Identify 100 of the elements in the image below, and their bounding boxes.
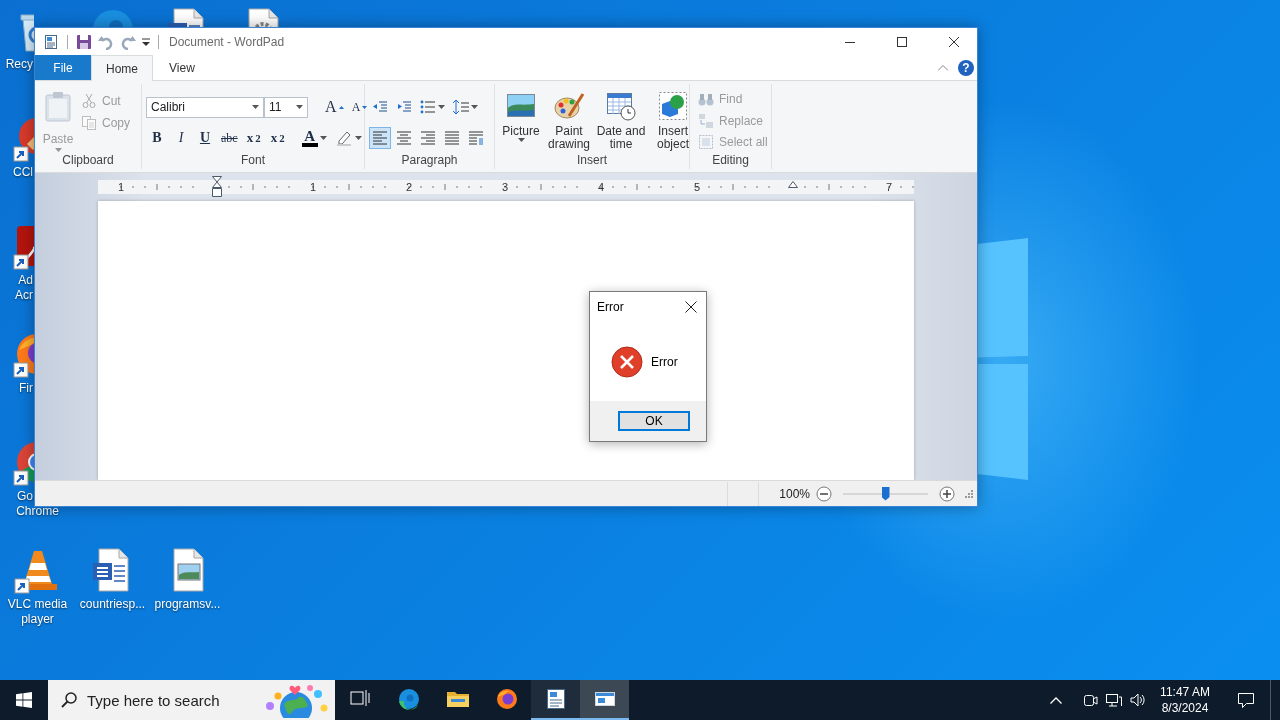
justify-icon: [444, 130, 460, 146]
app-icon[interactable]: [43, 33, 59, 50]
caret-icon: [296, 105, 303, 109]
speaker-icon[interactable]: [1130, 692, 1146, 708]
font-name-dropdown[interactable]: Calibri: [146, 96, 264, 118]
italic-button[interactable]: I: [170, 127, 192, 149]
icon-label: player: [20, 612, 55, 627]
ruler-number: 7: [885, 180, 893, 194]
ok-button[interactable]: OK: [618, 411, 690, 431]
camera-icon[interactable]: [1082, 692, 1098, 708]
icon-label: Chrome: [15, 504, 60, 519]
group-label: Insert: [577, 153, 607, 169]
copy-icon: [81, 115, 97, 131]
icon-label: Ad: [17, 273, 33, 288]
date-and-time-button[interactable]: Date and time: [595, 90, 647, 153]
file-menu-button[interactable]: File: [35, 55, 91, 80]
customize-caret-icon[interactable]: [142, 37, 150, 46]
ruler-number: 1: [117, 180, 125, 194]
group-label: Editing: [712, 153, 749, 169]
zoom-slider[interactable]: [843, 485, 928, 502]
help-button[interactable]: ?: [958, 59, 974, 76]
slider-thumb[interactable]: [881, 486, 890, 501]
close-icon[interactable]: [685, 301, 697, 313]
ruler-number: 2: [405, 180, 413, 194]
icon-label: programsv...: [153, 597, 222, 612]
caret-icon: [438, 105, 445, 109]
ruler-number: 5: [693, 180, 701, 194]
resize-grip-icon[interactable]: [965, 489, 973, 498]
caret-icon: [517, 138, 525, 142]
font-color-button[interactable]: A: [298, 127, 330, 149]
error-message: Error: [651, 354, 678, 369]
shrink-font-button[interactable]: A: [348, 96, 371, 118]
align-left-icon: [372, 130, 388, 146]
align-left-button[interactable]: [369, 127, 391, 149]
caret-icon: [319, 136, 327, 140]
highlighter-icon: [334, 129, 353, 147]
zoom-out-icon[interactable]: [816, 485, 832, 502]
clock-date: 8/3/2024: [1161, 700, 1209, 716]
ribbon-tab[interactable]: Home: [91, 55, 153, 81]
caret-icon: [54, 148, 62, 152]
bullet-list-icon: [420, 99, 436, 115]
network-icon[interactable]: [1106, 692, 1122, 708]
increase-indent-icon: [396, 99, 412, 115]
font-size-dropdown[interactable]: 11: [264, 96, 308, 118]
error-icon: [611, 345, 643, 378]
select-all-icon: [698, 134, 714, 151]
align-center-icon: [396, 130, 412, 146]
icon-label: Recy: [4, 57, 33, 72]
caret-icon: [354, 136, 362, 140]
ruler-number: 4: [597, 180, 605, 194]
triangle-down-icon: [362, 105, 368, 109]
shapes-icon: [657, 90, 689, 122]
scissors-icon: [81, 93, 97, 109]
clock-time: 11:47 AM: [1160, 684, 1210, 700]
strikethrough-button[interactable]: abc: [218, 127, 241, 149]
browser-icon: [396, 687, 421, 711]
triangle-up-icon: [338, 105, 344, 109]
search-icon: [61, 692, 77, 708]
icon-label: countriesp...: [78, 597, 147, 612]
window-title: Document - WordPad: [169, 34, 285, 49]
ruler-number: 1: [309, 180, 317, 194]
browser-icon: [494, 687, 519, 711]
clipboard-icon: [42, 90, 74, 122]
zoom-in-icon[interactable]: [939, 485, 955, 502]
icon-label: Fir: [18, 381, 33, 396]
icon-label: CCl: [12, 165, 33, 180]
dialog-title: Error: [597, 300, 624, 314]
close-icon: [949, 36, 959, 47]
bold-button[interactable]: B: [146, 127, 168, 149]
align-right-icon: [420, 130, 436, 146]
start-icon: [16, 692, 32, 708]
maximize-icon: [897, 36, 907, 47]
caret-icon: [252, 105, 259, 109]
caret-icon: [471, 105, 478, 109]
ruler-number: 3: [501, 180, 509, 194]
search-input[interactable]: Type here to search: [87, 691, 247, 709]
insert-object-button[interactable]: Insert object: [651, 90, 695, 153]
group-label: Font: [241, 153, 265, 169]
picture-button[interactable]: Picture: [499, 90, 543, 153]
replace-icon: [698, 112, 714, 129]
notification-icon: [1237, 691, 1255, 709]
paragraph-icon: [468, 130, 484, 146]
save-icon[interactable]: [76, 33, 92, 50]
group-label: Paragraph: [401, 153, 458, 169]
calendar-clock-icon: [605, 90, 637, 122]
paint-drawing-button[interactable]: Paint drawing: [547, 90, 591, 153]
icon-label: Acr: [14, 288, 33, 303]
icon-label: VLC media: [6, 597, 69, 612]
document-app-button[interactable]: [531, 680, 580, 720]
caret-up-icon[interactable]: [1050, 696, 1062, 704]
line-spacing-icon: [453, 99, 469, 115]
decrease-indent-icon: [372, 99, 388, 115]
underline-button[interactable]: U: [194, 127, 216, 149]
ribbon-tab[interactable]: View: [153, 55, 211, 80]
icon-label: Go: [16, 489, 33, 504]
group-label: Clipboard: [62, 153, 114, 169]
indent-marker-icon[interactable]: [788, 181, 798, 189]
indent-marker-icon[interactable]: [212, 176, 222, 198]
grow-font-button[interactable]: A: [322, 96, 347, 118]
window-app-button[interactable]: [580, 680, 629, 720]
